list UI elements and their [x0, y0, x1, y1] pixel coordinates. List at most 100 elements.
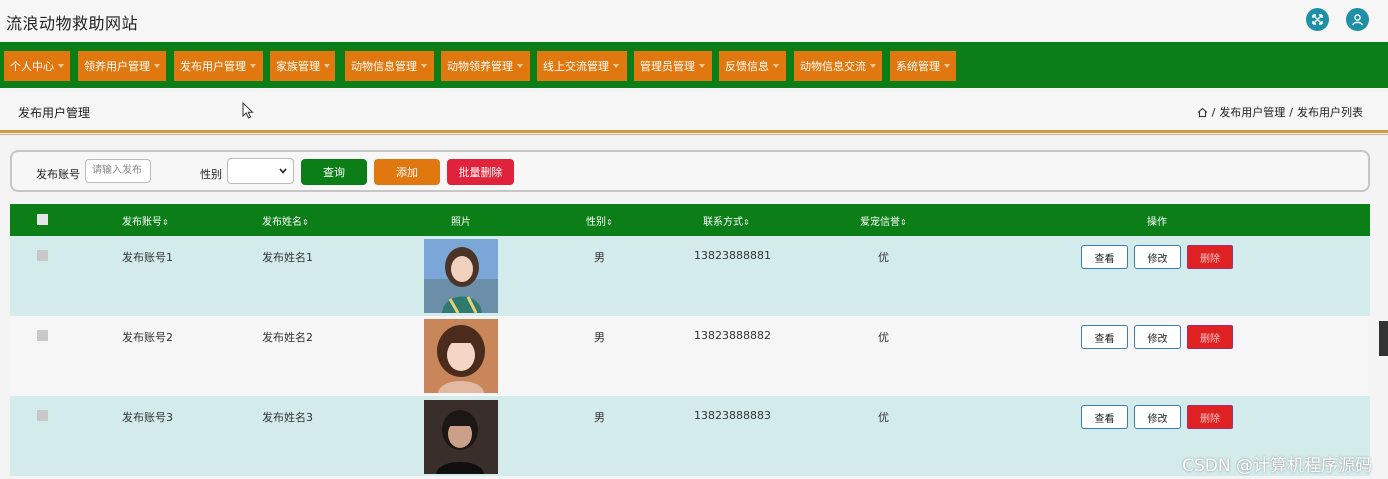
nav-item-system-mgmt[interactable]: 系统管理	[890, 51, 956, 81]
nav-item-adoption-mgmt[interactable]: 动物领养管理	[441, 51, 530, 81]
header-label: 发布账号	[122, 217, 162, 228]
caret-down-icon	[154, 64, 160, 68]
fullscreen-icon[interactable]	[1306, 8, 1329, 31]
sort-icon: ⇕	[302, 218, 309, 227]
column-header-photo: 照片	[451, 217, 471, 228]
nav-item-adopter-mgmt[interactable]: 领养用户管理	[78, 51, 166, 81]
search-panel: 发布账号 请输入发布 性别 查询 添加 批量删除	[10, 150, 1370, 192]
caret-down-icon	[613, 64, 619, 68]
nav-label: 家族管理	[276, 60, 320, 73]
breadcrumb-publisher-list: 发布用户列表	[1297, 106, 1363, 119]
row-checkbox[interactable]	[37, 250, 48, 261]
mouse-cursor-icon	[242, 102, 254, 119]
edit-button[interactable]: 修改	[1134, 405, 1181, 429]
cell-account: 发布账号2	[122, 331, 173, 344]
column-header-account[interactable]: 发布账号⇕	[122, 213, 169, 228]
user-photo	[424, 400, 498, 474]
side-collapse-tab[interactable]	[1379, 321, 1388, 356]
table-row: 发布账号1 发布姓名1 男 13823888881 优 查看 修改 删除	[10, 236, 1370, 316]
nav-label: 动物信息管理	[351, 60, 417, 73]
site-title: 流浪动物救助网站	[6, 14, 139, 33]
row-checkbox[interactable]	[37, 330, 48, 341]
column-header-gender[interactable]: 性别⇕	[586, 213, 613, 228]
nav-item-animal-info-exchange[interactable]: 动物信息交流	[794, 51, 882, 81]
header-label: 爱宠信誉	[860, 217, 900, 228]
edit-button[interactable]: 修改	[1134, 245, 1181, 269]
cell-name: 发布姓名3	[262, 411, 313, 424]
view-button[interactable]: 查看	[1081, 245, 1128, 269]
nav-label: 个人中心	[10, 60, 54, 73]
nav-item-admin-mgmt[interactable]: 管理员管理	[634, 51, 712, 81]
nav-item-animal-info-mgmt[interactable]: 动物信息管理	[345, 51, 434, 81]
table-header: 发布账号⇕ 发布姓名⇕ 照片 性别⇕ 联系方式⇕ 爱宠信誉⇕ 操作	[10, 204, 1370, 236]
top-bar: 流浪动物救助网站	[0, 0, 1388, 42]
edit-button[interactable]: 修改	[1134, 325, 1181, 349]
cell-gender: 男	[594, 411, 605, 424]
delete-button[interactable]: 删除	[1187, 405, 1233, 429]
account-search-input[interactable]: 请输入发布	[85, 159, 151, 183]
delete-button[interactable]: 删除	[1187, 245, 1233, 269]
sort-icon: ⇕	[162, 218, 169, 227]
nav-item-online-chat-mgmt[interactable]: 线上交流管理	[537, 51, 627, 81]
cell-credit: 优	[878, 251, 889, 264]
header-label: 性别	[586, 217, 606, 228]
home-icon[interactable]	[1197, 107, 1208, 118]
caret-down-icon	[773, 64, 779, 68]
sort-icon: ⇕	[900, 218, 907, 227]
nav-label: 反馈信息	[725, 60, 769, 73]
add-button[interactable]: 添加	[374, 159, 440, 185]
nav-item-family-mgmt[interactable]: 家族管理	[270, 51, 335, 81]
cell-account: 发布账号3	[122, 411, 173, 424]
nav-label: 动物信息交流	[800, 60, 866, 73]
header-divider-line	[0, 134, 1388, 135]
cell-account: 发布账号1	[122, 251, 173, 264]
column-header-phone[interactable]: 联系方式⇕	[703, 213, 750, 228]
column-header-ops: 操作	[1147, 217, 1167, 228]
caret-down-icon	[250, 64, 256, 68]
caret-down-icon	[421, 64, 427, 68]
query-button[interactable]: 查询	[301, 159, 367, 185]
column-header-credit[interactable]: 爱宠信誉⇕	[860, 213, 907, 228]
account-label: 发布账号	[36, 168, 80, 181]
nav-label: 系统管理	[896, 60, 940, 73]
cell-phone: 13823888883	[694, 409, 771, 422]
nav-item-feedback[interactable]: 反馈信息	[719, 51, 786, 81]
view-button[interactable]: 查看	[1081, 325, 1128, 349]
page-header: 发布用户管理 / 发布用户管理 / 发布用户列表	[0, 92, 1388, 132]
nav-item-personal-center[interactable]: 个人中心	[4, 51, 70, 81]
cell-phone: 13823888881	[694, 249, 771, 262]
header-label: 联系方式	[703, 217, 743, 228]
header-divider	[0, 130, 1388, 133]
caret-down-icon	[517, 64, 523, 68]
nav-label: 发布用户管理	[180, 60, 246, 73]
cell-phone: 13823888882	[694, 329, 771, 342]
cell-credit: 优	[878, 411, 889, 424]
user-photo	[424, 319, 498, 393]
nav-label: 线上交流管理	[543, 60, 609, 73]
caret-down-icon	[324, 64, 330, 68]
app-root: 流浪动物救助网站 个人中心 领养用户管理 发布用户管理 家族管理 动物信息管理 …	[0, 0, 1388, 479]
chevron-down-icon	[279, 168, 287, 174]
view-button[interactable]: 查看	[1081, 405, 1128, 429]
batch-delete-button[interactable]: 批量删除	[447, 159, 514, 185]
user-photo	[424, 239, 498, 313]
delete-button[interactable]: 删除	[1187, 325, 1233, 349]
sort-icon: ⇕	[606, 218, 613, 227]
gender-label: 性别	[200, 168, 222, 181]
column-header-name[interactable]: 发布姓名⇕	[262, 213, 309, 228]
gender-select[interactable]	[227, 158, 294, 184]
breadcrumb-publisher-mgmt[interactable]: 发布用户管理	[1219, 104, 1285, 120]
nav-item-publisher-mgmt[interactable]: 发布用户管理	[174, 51, 263, 81]
header-label: 发布姓名	[262, 217, 302, 228]
watermark: CSDN @计算机程序源码	[1182, 456, 1372, 476]
page-title: 发布用户管理	[18, 106, 91, 120]
caret-down-icon	[870, 64, 876, 68]
user-icon[interactable]	[1346, 8, 1369, 31]
sort-icon: ⇕	[743, 218, 750, 227]
select-all-checkbox[interactable]	[37, 214, 48, 225]
row-checkbox[interactable]	[37, 410, 48, 421]
cell-gender: 男	[594, 251, 605, 264]
nav-label: 管理员管理	[640, 60, 695, 73]
cell-name: 发布姓名1	[262, 251, 313, 264]
breadcrumb: / 发布用户管理 / 发布用户列表	[1197, 104, 1363, 120]
